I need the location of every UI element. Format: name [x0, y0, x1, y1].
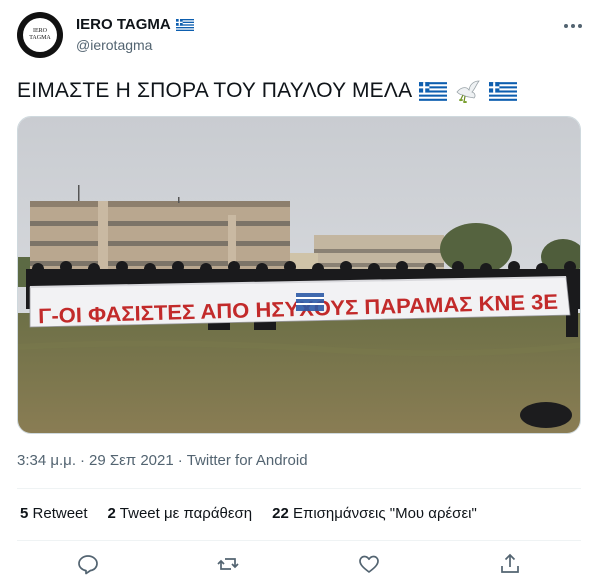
photo-scene: Γ-ΟΙ ΦΑΣΙΣΤΕΣ ΑΠΟ ΗΣΥΧΟΥΣ ΠΑΡΑΜΑΣ ΚΝΕ 3Ε: [18, 117, 580, 433]
author-display-name[interactable]: IERO TAGMA: [76, 16, 171, 33]
tweet-source[interactable]: Twitter for Android: [187, 452, 308, 469]
avatar-text-line1: IERO: [33, 28, 47, 34]
tweet-text: ΕΙΜΑΣΤΕ Η ΣΠΟΡΑ ΤΟΥ ΠΑΥΛΟΥ ΜΕΛΑ: [17, 79, 413, 102]
action-bar: [0, 550, 598, 578]
like-icon[interactable]: [357, 552, 381, 576]
tweet-stats: 5 Retweet 2 Tweet με παράθεση 22 Επισημά…: [20, 505, 477, 522]
greek-flag-icon: [175, 18, 194, 31]
divider: [17, 488, 581, 489]
likes-count: 22: [272, 505, 289, 522]
likes-label: Επισημάνσεις "Μου αρέσει": [292, 505, 477, 522]
greek-flag-icon: [419, 81, 448, 101]
reply-icon[interactable]: [76, 552, 100, 576]
quotes-count: 2: [107, 505, 116, 522]
retweets-label: Retweet: [32, 505, 88, 522]
retweets-stat[interactable]: 5 Retweet: [20, 505, 88, 522]
tweet-date[interactable]: 29 Σεπ 2021: [89, 452, 174, 469]
divider: [17, 540, 581, 541]
tweet-photo[interactable]: Γ-ΟΙ ΦΑΣΙΣΤΕΣ ΑΠΟ ΗΣΥΧΟΥΣ ΠΑΡΑΜΑΣ ΚΝΕ 3Ε: [17, 116, 581, 434]
avatar[interactable]: IERO TAGMA: [17, 12, 63, 58]
meta-separator: ·: [177, 452, 183, 469]
more-icon[interactable]: [561, 14, 585, 38]
avatar-text-line2: TAGMA: [29, 35, 51, 41]
meta-separator: ·: [79, 452, 85, 469]
likes-stat[interactable]: 22 Επισημάνσεις "Μου αρέσει": [272, 505, 477, 522]
avatar-logo: IERO TAGMA: [23, 18, 57, 52]
author-handle[interactable]: @ierotagma: [76, 37, 152, 53]
tweet-text-row: ΕΙΜΑΣΤΕ Η ΣΠΟΡΑ ΤΟΥ ΠΑΥΛΟΥ ΜΕΛΑ: [17, 78, 518, 104]
greek-flag-icon: [489, 81, 518, 101]
quotes-stat[interactable]: 2 Tweet με παράθεση: [108, 505, 253, 522]
tweet-meta: 3:34 μ.μ. · 29 Σεπ 2021 · Twitter for An…: [17, 452, 308, 469]
retweet-icon[interactable]: [216, 552, 240, 576]
author-name-row[interactable]: IERO TAGMA: [76, 16, 194, 33]
quotes-label: Tweet με παράθεση: [119, 505, 253, 522]
dove-icon: [456, 80, 481, 103]
tweet-time[interactable]: 3:34 μ.μ.: [17, 452, 76, 469]
share-icon[interactable]: [498, 552, 522, 576]
retweets-count: 5: [20, 505, 29, 522]
